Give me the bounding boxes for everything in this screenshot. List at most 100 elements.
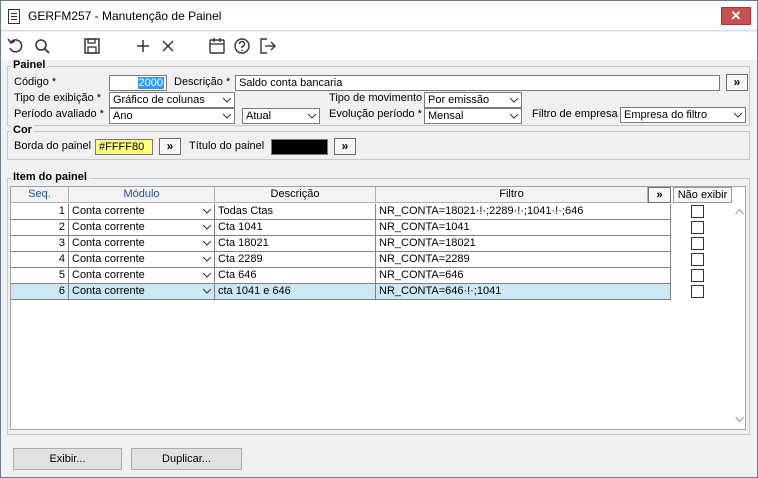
evolucao-select[interactable]: Mensal: [424, 108, 522, 124]
evolucao-label: Evolução período *: [329, 108, 422, 120]
cell-modulo-select-text: Conta corrente: [72, 253, 145, 265]
cell-filtro[interactable]: NR_CONTA=646: [376, 268, 671, 284]
undo-icon[interactable]: [5, 35, 27, 57]
table-row[interactable]: 5 Conta corrente Cta 646 NR_CONTA=646: [11, 268, 671, 284]
descricao-more-button[interactable]: »: [726, 74, 748, 91]
cell-descricao[interactable]: Cta 1041: [215, 220, 376, 236]
chevron-down-icon: [203, 224, 211, 230]
save-icon[interactable]: [81, 35, 103, 57]
cell-modulo-select[interactable]: Conta corrente: [69, 252, 215, 268]
cell-filtro[interactable]: NR_CONTA=646·!·;1041: [376, 284, 671, 300]
cell-modulo-select[interactable]: Conta corrente: [69, 236, 215, 252]
toolbar: [1, 32, 757, 60]
exit-icon[interactable]: [257, 35, 279, 57]
cell-seq[interactable]: 4: [11, 252, 69, 268]
cell-descricao[interactable]: Todas Ctas: [215, 204, 376, 220]
table-row[interactable]: 6 Conta corrente cta 1041 e 646 NR_CONTA=64…: [11, 284, 671, 300]
itens-grid: Seq. Módulo Descrição Filtro » Não exibi…: [10, 186, 746, 430]
nao-exibir-checkbox[interactable]: [691, 205, 704, 218]
filtro-empresa-select[interactable]: Empresa do filtro: [620, 107, 746, 123]
cell-filtro[interactable]: NR_CONTA=18021·!·;2289·!·;1041·!·;646: [376, 204, 671, 220]
cell-seq-text: 4: [58, 253, 65, 265]
window-title: GERFM257 - Manutenção de Painel: [28, 9, 222, 23]
tipo-movimento-select[interactable]: Por emissão: [424, 92, 522, 108]
title-bar: GERFM257 - Manutenção de Painel ✕: [1, 1, 757, 31]
tipo-exibicao-value: Gráfico de colunas: [113, 94, 205, 106]
tipo-exibicao-select[interactable]: Gráfico de colunas: [109, 92, 235, 108]
col-header-nao-exibir[interactable]: Não exibir: [673, 187, 732, 203]
cell-modulo-select-text: Conta corrente: [72, 221, 145, 233]
table-row[interactable]: 3 Conta corrente Cta 18021 NR_CONTA=18021: [11, 236, 671, 252]
cell-seq[interactable]: 2: [11, 220, 69, 236]
chevron-down-icon: [203, 272, 211, 278]
delete-icon[interactable]: [157, 35, 179, 57]
cell-seq-text: 2: [58, 221, 65, 233]
cell-modulo-select-text: Conta corrente: [72, 237, 145, 249]
cell-seq[interactable]: 1: [11, 204, 69, 220]
periodo-ref-value: Atual: [246, 110, 272, 122]
codigo-value: 2000: [137, 77, 164, 89]
table-row[interactable]: 2 Conta corrente Cta 1041 NR_CONTA=1041: [11, 220, 671, 236]
col-header-descricao[interactable]: Descrição: [215, 187, 376, 203]
table-row[interactable]: 4 Conta corrente Cta 2289 NR_CONTA=2289: [11, 252, 671, 268]
titulo-more-button[interactable]: »: [334, 138, 356, 155]
cor-group-title: Cor: [11, 124, 34, 136]
borda-label: Borda do painel: [14, 140, 92, 152]
chevron-down-icon: [203, 208, 211, 214]
scroll-up-icon[interactable]: [735, 208, 744, 215]
cell-modulo-select[interactable]: Conta corrente: [69, 284, 215, 300]
add-icon[interactable]: [132, 35, 154, 57]
nao-exibir-checkbox[interactable]: [691, 269, 704, 282]
cell-seq[interactable]: 3: [11, 236, 69, 252]
col-header-seq[interactable]: Seq.: [11, 187, 69, 203]
cell-modulo-select[interactable]: Conta corrente: [69, 220, 215, 236]
periodo-ref-select[interactable]: Atual: [242, 108, 320, 124]
cell-filtro[interactable]: NR_CONTA=18021: [376, 236, 671, 252]
titulo-label: Título do painel: [189, 140, 265, 152]
titulo-color-swatch[interactable]: [271, 139, 328, 155]
chevron-down-icon: [734, 112, 742, 118]
periodo-select[interactable]: Ano: [109, 108, 235, 124]
calendar-icon[interactable]: [206, 35, 228, 57]
cell-descricao-text: Cta 18021: [218, 237, 269, 249]
col-header-filtro[interactable]: Filtro: [376, 187, 648, 203]
cell-seq[interactable]: 6: [11, 284, 69, 300]
cell-descricao[interactable]: Cta 646: [215, 268, 376, 284]
nao-exibir-checkbox[interactable]: [691, 237, 704, 250]
filtro-more-button[interactable]: »: [648, 187, 671, 203]
close-button[interactable]: ✕: [721, 7, 751, 25]
cell-modulo-select-text: Conta corrente: [72, 205, 145, 217]
nao-exibir-checkbox[interactable]: [691, 285, 704, 298]
cell-filtro[interactable]: NR_CONTA=2289: [376, 252, 671, 268]
borda-color-input[interactable]: #FFFF80: [95, 139, 153, 155]
cell-seq[interactable]: 5: [11, 268, 69, 284]
codigo-input[interactable]: 2000: [109, 75, 167, 91]
nao-exibir-checkbox[interactable]: [691, 253, 704, 266]
cell-modulo-select[interactable]: Conta corrente: [69, 268, 215, 284]
filtro-empresa-value: Empresa do filtro: [624, 109, 708, 121]
cell-modulo-select-text: Conta corrente: [72, 285, 145, 297]
cell-filtro[interactable]: NR_CONTA=1041: [376, 220, 671, 236]
table-row[interactable]: 1 Conta corrente Todas Ctas NR_CONTA=18021·…: [11, 204, 671, 220]
help-icon[interactable]: [231, 35, 253, 57]
descricao-input[interactable]: Saldo conta bancaria: [235, 75, 720, 91]
search-icon[interactable]: [31, 35, 53, 57]
nao-exibir-checkbox[interactable]: [691, 221, 704, 234]
vertical-scrollbar[interactable]: [732, 204, 746, 429]
col-header-modulo[interactable]: Módulo: [69, 187, 215, 203]
codigo-label: Código *: [14, 76, 57, 88]
cell-descricao[interactable]: Cta 18021: [215, 236, 376, 252]
cell-seq-text: 5: [58, 269, 65, 281]
chevron-down-icon: [223, 97, 231, 103]
cell-seq-text: 1: [58, 205, 65, 217]
cell-modulo-select[interactable]: Conta corrente: [69, 204, 215, 220]
scroll-down-icon[interactable]: [735, 416, 744, 423]
cell-filtro-text: NR_CONTA=18021·!·;2289·!·;1041·!·;646: [379, 205, 584, 217]
cell-descricao[interactable]: cta 1041 e 646: [215, 284, 376, 300]
borda-more-button[interactable]: »: [159, 138, 181, 155]
cell-descricao[interactable]: Cta 2289: [215, 252, 376, 268]
cell-filtro-text: NR_CONTA=2289: [379, 253, 470, 265]
exibir-button[interactable]: Exibir...: [13, 448, 122, 470]
duplicar-button[interactable]: Duplicar...: [131, 448, 242, 470]
tipo-movimento-label: Tipo de movimento: [329, 92, 423, 104]
